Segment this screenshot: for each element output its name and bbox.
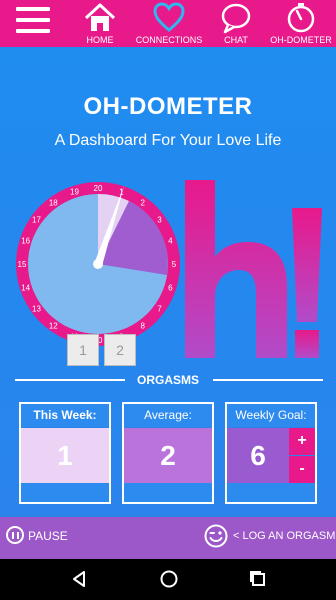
this-week-card: This Week: 1: [19, 402, 111, 504]
log-orgasm-label: < LOG AN ORGASM: [233, 530, 336, 542]
dial-number: 3: [157, 215, 162, 224]
system-nav-bar: [0, 559, 336, 600]
weekly-goal-label: Weekly Goal:: [227, 404, 315, 427]
this-week-footer: [21, 483, 109, 502]
stopwatch-icon: [287, 3, 315, 33]
this-week-label: This Week:: [21, 404, 109, 427]
main-content: OH-DOMETER A Dashboard For Your Love Lif…: [0, 47, 336, 517]
dial-number: 20: [94, 184, 103, 193]
nav-ohdometer-label: OH-DOMETER: [270, 35, 332, 45]
top-nav-bar: HOME CONNECTIONS CHAT OH-DOMETER: [0, 0, 336, 47]
nav-connections-label: CONNECTIONS: [135, 35, 203, 45]
dial-number: 5: [172, 260, 177, 269]
dial-number: 12: [49, 322, 58, 331]
weekly-goal-value: 6: [227, 428, 289, 483]
back-icon[interactable]: [70, 570, 90, 588]
nav-ohdometer[interactable]: OH-DOMETER: [268, 0, 334, 47]
dial-number: 15: [18, 260, 27, 269]
nav-home-label: HOME: [86, 35, 114, 45]
pause-icon: [6, 526, 24, 544]
dial-number: 13: [32, 305, 41, 314]
menu-icon[interactable]: [16, 7, 50, 33]
pause-button[interactable]: PAUSE: [0, 517, 80, 559]
nav-chat[interactable]: CHAT: [210, 0, 262, 47]
weekly-goal-card: Weekly Goal: 6 + -: [225, 402, 317, 504]
nav-chat-label: CHAT: [224, 35, 248, 45]
dial-number: 8: [140, 322, 145, 331]
page-subtitle: A Dashboard For Your Love Life: [54, 132, 282, 149]
dial-number: 4: [168, 237, 173, 246]
bottom-action-bar: PAUSE < LOG AN ORGASM: [0, 517, 336, 559]
dial-number: 17: [32, 215, 41, 224]
average-card: Average: 2: [122, 402, 214, 504]
oh-logo-text: h!: [12, 172, 14, 173]
nav-connections[interactable]: CONNECTIONS: [128, 0, 210, 47]
average-footer: [124, 483, 212, 502]
dial-number: 2: [140, 199, 145, 208]
nav-home[interactable]: HOME: [78, 0, 122, 47]
chat-bubble-icon: [221, 3, 251, 34]
oh-gauge: h! 1234567891011121314151617181920 1 2: [12, 172, 332, 397]
dial-number: 7: [157, 305, 162, 314]
dial-number: 18: [49, 199, 58, 208]
average-label: Average:: [124, 404, 212, 427]
goal-increment-button[interactable]: +: [289, 428, 315, 455]
dial-number: 19: [70, 188, 79, 197]
section-divider-right: [213, 379, 323, 381]
counter-digit-2: 2: [104, 334, 136, 366]
dial-number: 14: [21, 284, 30, 293]
dial-number: 16: [21, 237, 30, 246]
average-value: 2: [124, 428, 212, 483]
this-week-value: 1: [21, 428, 109, 483]
page-title: OH-DOMETER: [83, 93, 253, 120]
counter-digit-1: 1: [67, 334, 99, 366]
dial-number: 1: [119, 188, 124, 197]
wink-face-icon: [204, 524, 228, 548]
recent-apps-icon[interactable]: [248, 569, 268, 589]
oh-logo-graphic: h! 1234567891011121314151617181920: [12, 172, 322, 358]
goal-decrement-button[interactable]: -: [289, 456, 315, 483]
home-circle-icon[interactable]: [159, 569, 179, 589]
heart-icon: [153, 2, 185, 32]
weekly-goal-footer: [227, 483, 315, 502]
pause-label: PAUSE: [28, 529, 68, 543]
dial-number: 6: [168, 284, 173, 293]
log-orgasm-button[interactable]: < LOG AN ORGASM: [200, 517, 336, 559]
home-icon: [84, 3, 116, 31]
